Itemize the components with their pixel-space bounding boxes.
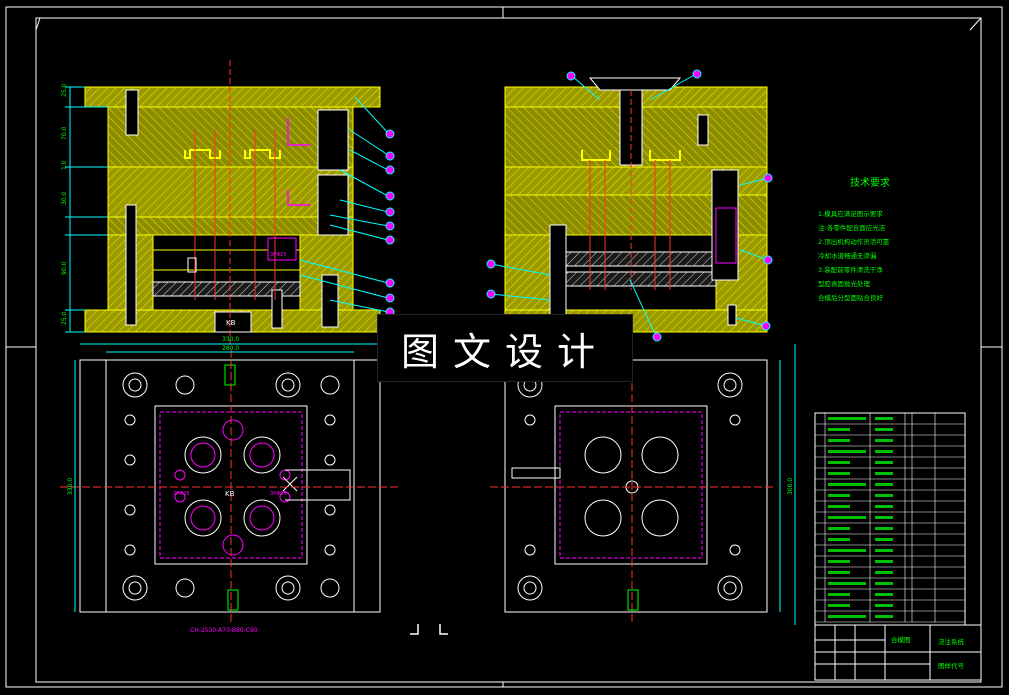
plan-dimensions bbox=[74, 343, 796, 625]
parts-list-cell-mark bbox=[875, 516, 893, 519]
tech-req-line: 型腔表面抛光处理 bbox=[818, 279, 871, 288]
parts-list-cell-mark bbox=[828, 417, 866, 420]
dim-left-6: 25.0 bbox=[61, 311, 68, 325]
watermark-banner: 图文设计 bbox=[377, 314, 633, 382]
parts-list-cell-mark bbox=[875, 483, 893, 486]
tech-req-line: 2.顶出机构动作灵活可靠 bbox=[818, 237, 890, 246]
parts-list-cell-mark bbox=[828, 450, 866, 453]
dim-left-3: 1.0 bbox=[61, 160, 68, 170]
tech-req-line: 3.装配前零件清洗干净 bbox=[818, 265, 883, 274]
parts-list-cell-mark bbox=[828, 516, 866, 519]
parts-list-cell-mark bbox=[828, 615, 866, 618]
dim-top-2: 280.0 bbox=[222, 345, 239, 352]
title-name-cell: 合模图 bbox=[891, 635, 911, 644]
label-kb-plan: KB bbox=[225, 490, 235, 498]
right-plan-view bbox=[490, 350, 775, 622]
title-part-cell: 浇注系统 bbox=[938, 637, 965, 646]
section-mark-right bbox=[439, 624, 448, 635]
parts-list-cell-mark bbox=[828, 461, 850, 464]
parts-list-cell-mark bbox=[875, 439, 893, 442]
label-spec-plan-2: 3PΦ25 bbox=[270, 491, 287, 497]
parts-list-cell-mark bbox=[875, 582, 893, 585]
dim-left-1: 25.0 bbox=[61, 83, 68, 97]
parts-list-cell-mark bbox=[875, 527, 893, 530]
section-mark-left bbox=[410, 624, 419, 635]
dim-top-1: 330.0 bbox=[222, 336, 239, 343]
parts-list-cell-mark bbox=[875, 604, 893, 607]
tech-req-line: 注:各零件配合面应光洁 bbox=[818, 223, 886, 232]
left-dimensions bbox=[65, 86, 108, 333]
parts-list-cell-mark bbox=[875, 428, 893, 431]
parts-list-cell-mark bbox=[828, 472, 850, 475]
parts-list-cell-mark bbox=[875, 505, 893, 508]
title-block bbox=[814, 624, 982, 681]
dim-left-5: 90.0 bbox=[61, 261, 68, 275]
parts-list-cell-mark bbox=[828, 483, 866, 486]
parts-list-cell-mark bbox=[875, 593, 893, 596]
parts-list-cell-mark bbox=[828, 428, 850, 431]
parts-list-cell-mark bbox=[875, 560, 893, 563]
label-spec-top: 3PΦ25 bbox=[270, 252, 287, 258]
parts-list-cell-mark bbox=[875, 549, 893, 552]
dim-side-1: 330.0 bbox=[67, 478, 74, 495]
dim-side-2: 300.0 bbox=[787, 478, 794, 495]
parts-list-cell-mark bbox=[828, 593, 850, 596]
parts-list-cell-mark bbox=[828, 527, 850, 530]
parts-list-cell-mark bbox=[875, 417, 893, 420]
tech-req-line: 合模后分型面贴合良好 bbox=[818, 293, 884, 302]
parts-list-cell-mark bbox=[875, 615, 893, 618]
parts-list-cell-mark bbox=[875, 461, 893, 464]
parts-list-cell-mark bbox=[828, 439, 850, 442]
parts-list bbox=[814, 412, 966, 626]
parts-list-cell-mark bbox=[875, 494, 893, 497]
parts-list-cell-mark bbox=[875, 571, 893, 574]
tech-req-line: 1.模具应满足图示要求 bbox=[818, 209, 883, 218]
parts-list-cell-mark bbox=[875, 538, 893, 541]
parts-list-cell-mark bbox=[828, 560, 850, 563]
dim-left-4: 30.0 bbox=[61, 191, 68, 205]
bottom-caption: CH-2530-A70-B80-C90 bbox=[190, 627, 258, 634]
left-plan-view bbox=[60, 350, 400, 622]
parts-list-cell-mark bbox=[875, 450, 893, 453]
parts-list-cell-mark bbox=[828, 571, 850, 574]
parts-list-cell-mark bbox=[828, 494, 850, 497]
label-kb-top: KB bbox=[226, 319, 236, 327]
tech-req-line: 冷却水道畅通无渗漏 bbox=[818, 251, 877, 260]
parts-list-cell-mark bbox=[828, 582, 866, 585]
title-code-cell: 图样代号 bbox=[938, 661, 965, 670]
tech-req-lines: 1.模具应满足图示要求 注:各零件配合面应光洁 2.顶出机构动作灵活可靠 冷却水… bbox=[818, 209, 890, 302]
parts-list-cell-mark bbox=[828, 538, 850, 541]
label-spec-plan-1: 3PΦ25 bbox=[173, 491, 190, 497]
tech-req-title: 技术要求 bbox=[850, 176, 890, 189]
dim-left-2: 70.0 bbox=[61, 126, 68, 140]
parts-list-cell-mark bbox=[875, 472, 893, 475]
left-section-view bbox=[84, 60, 381, 345]
parts-list-cell-mark bbox=[828, 604, 850, 607]
parts-list-cell-mark bbox=[828, 505, 850, 508]
parts-list-cell-mark bbox=[828, 549, 866, 552]
